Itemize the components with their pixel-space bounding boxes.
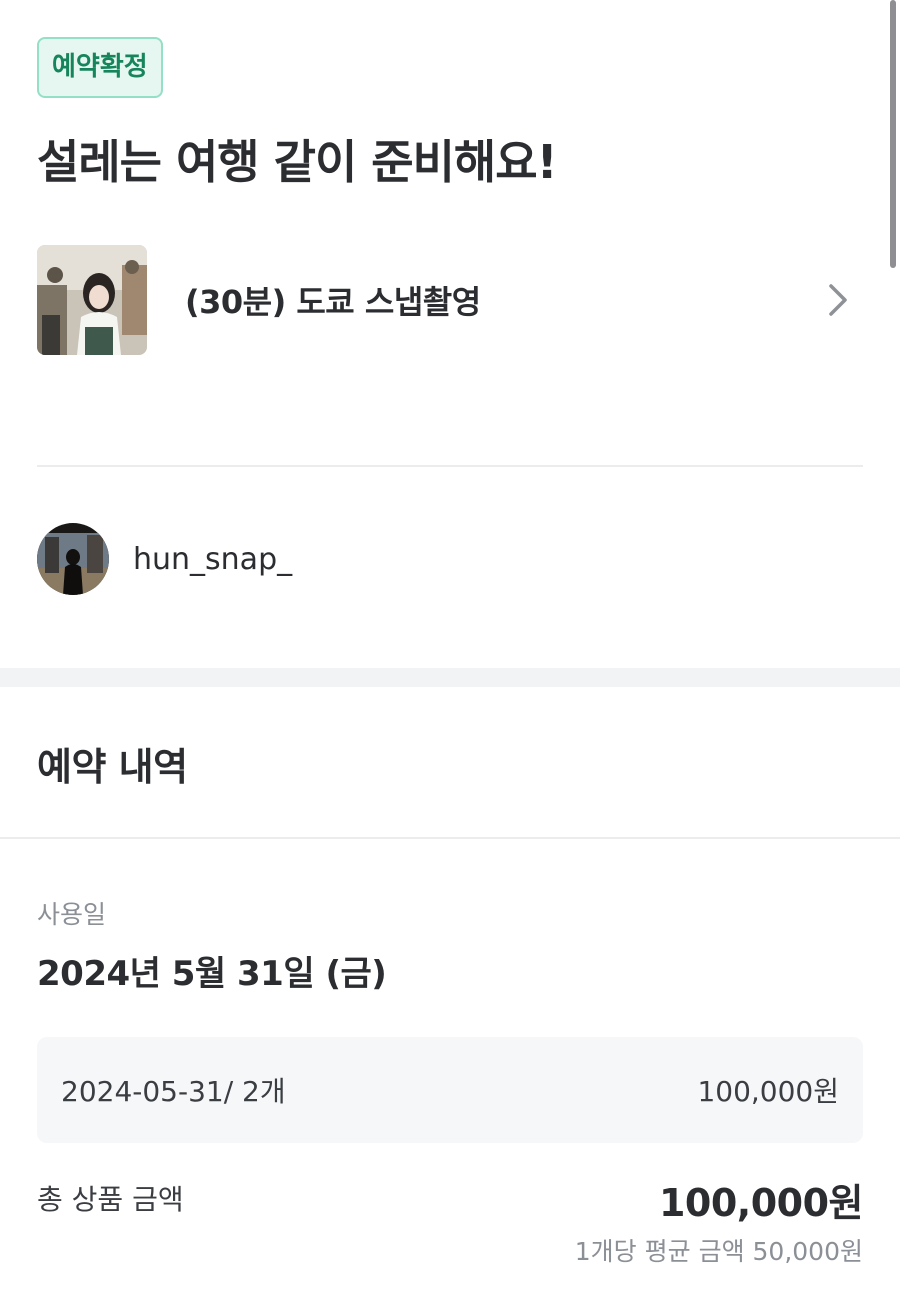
line-item-detail: 2024-05-31/ 2개 bbox=[61, 1075, 286, 1108]
average-price-note: 1개당 평균 금액 50,000원 bbox=[574, 1237, 863, 1266]
status-badge: 예약확정 bbox=[37, 37, 163, 98]
divider bbox=[37, 465, 863, 467]
divider bbox=[0, 837, 900, 839]
chevron-right-icon[interactable] bbox=[825, 282, 851, 318]
line-item-price: 100,000원 bbox=[697, 1075, 839, 1108]
host-avatar[interactable] bbox=[37, 523, 109, 595]
scrollbar[interactable] bbox=[890, 0, 896, 268]
host-profile[interactable]: hun_snap_ bbox=[37, 522, 292, 596]
section-separator bbox=[0, 668, 900, 687]
page-headline: 설레는 여행 같이 준비해요! bbox=[37, 135, 558, 189]
reservation-section-title: 예약 내역 bbox=[37, 745, 188, 789]
product-title[interactable]: (30분) 도쿄 스냅촬영 bbox=[185, 277, 825, 323]
use-date-label: 사용일 bbox=[37, 900, 107, 929]
use-date-value: 2024년 5월 31일 (금) bbox=[37, 954, 387, 994]
product-thumbnail bbox=[37, 245, 147, 355]
line-item-box: 2024-05-31/ 2개 100,000원 bbox=[37, 1037, 863, 1143]
host-name[interactable]: hun_snap_ bbox=[133, 542, 292, 577]
total-amount: 100,000원 bbox=[658, 1181, 864, 1225]
product-card[interactable]: (30분) 도쿄 스냅촬영 bbox=[37, 245, 863, 355]
total-label: 총 상품 금액 bbox=[37, 1183, 184, 1216]
